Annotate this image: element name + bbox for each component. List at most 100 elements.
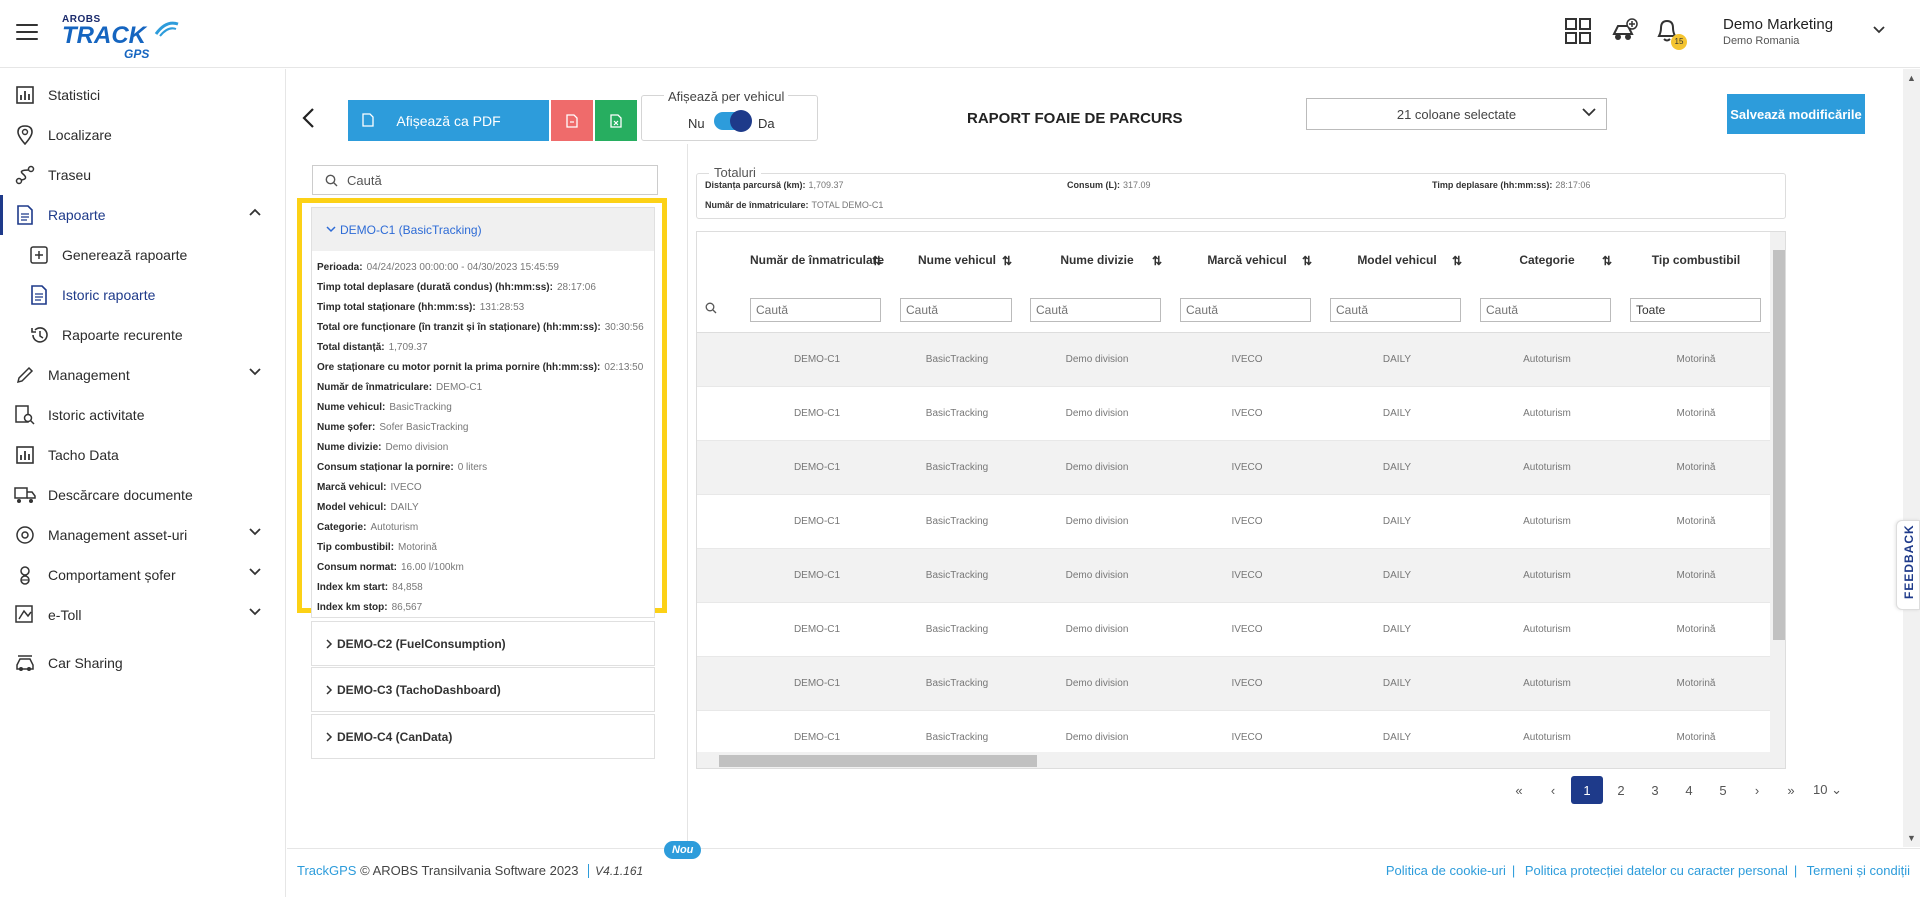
sidebar-item-localizare[interactable]: Localizare <box>0 115 285 155</box>
sidebar-item-tacho-data[interactable]: Tacho Data <box>0 435 285 475</box>
columns-select[interactable]: 21 coloane selectate <box>1306 98 1607 130</box>
filter-select[interactable] <box>1630 297 1761 322</box>
signal-icon <box>154 21 179 37</box>
group-header-demo-c1[interactable]: DEMO-C1 (BasicTracking) <box>312 208 654 251</box>
search-input[interactable]: Caută <box>312 165 658 195</box>
filter-input[interactable] <box>1030 297 1161 322</box>
detail-row: Tip combustibil: Motorină <box>317 537 654 557</box>
sort-icon[interactable]: ⇅ <box>872 254 882 268</box>
column-header[interactable]: Număr de înmatriculare ⇅ <box>742 232 892 288</box>
detail-value: 1,709.37 <box>388 341 428 353</box>
save-changes-button[interactable]: Salvează modificările <box>1727 94 1865 134</box>
per-vehicle-toggle[interactable] <box>714 110 752 132</box>
detail-value: 0 liters <box>457 461 488 473</box>
back-arrow-icon[interactable] <box>301 107 319 131</box>
first-page-button[interactable]: « <box>1503 776 1535 804</box>
page-button[interactable]: 4 <box>1673 776 1705 804</box>
table-row[interactable]: DEMO-C1 BasicTracking Demo division IVECO DA… <box>697 602 1770 657</box>
user-menu[interactable]: Demo Marketing Demo Romania <box>1723 16 1893 52</box>
export-excel-button[interactable] <box>595 100 637 141</box>
sidebar-item-genereaza-rapoarte[interactable]: Generează rapoarte <box>0 235 285 275</box>
table-row[interactable]: DEMO-C1 BasicTracking Demo division IVECO DA… <box>697 548 1770 603</box>
column-header[interactable]: Nume divizie ⇅ <box>1022 232 1172 288</box>
cookie-policy-link[interactable]: Politica de cookie-uri <box>1386 863 1506 878</box>
table-cell: Demo division <box>1022 440 1172 495</box>
table-row[interactable]: DEMO-C1 BasicTracking Demo division IVECO DA… <box>697 332 1770 387</box>
sidebar: Statistici Localizare Traseu Rapoarte Ge… <box>0 69 286 897</box>
export-pdf-button[interactable] <box>551 100 593 141</box>
sidebar-item-comportament-sofer[interactable]: Comportament șofer <box>0 555 285 595</box>
sort-icon[interactable]: ⇅ <box>1302 254 1312 268</box>
detail-value: 04/24/2023 00:00:00 - 04/30/2023 15:45:5… <box>366 261 559 273</box>
scroll-up-icon[interactable]: ▲ <box>1907 73 1916 83</box>
page-button[interactable]: 2 <box>1605 776 1637 804</box>
filter-input[interactable] <box>1480 297 1611 322</box>
sort-icon[interactable]: ⇅ <box>1452 254 1462 268</box>
scroll-thumb[interactable] <box>1773 250 1785 640</box>
table-horizontal-scrollbar[interactable] <box>697 752 1785 768</box>
filter-input[interactable] <box>900 297 1012 322</box>
sidebar-item-rapoarte-recurente[interactable]: Rapoarte recurente <box>0 315 285 355</box>
sort-icon[interactable]: ⇅ <box>1002 254 1012 268</box>
prev-page-button[interactable]: ‹ <box>1537 776 1569 804</box>
feedback-tab[interactable]: FEEDBACK <box>1896 520 1920 610</box>
table-header-spacer <box>697 232 742 288</box>
group-header-demo-c3[interactable]: DEMO-C3 (TachoDashboard) <box>312 668 654 711</box>
page-button[interactable]: 3 <box>1639 776 1671 804</box>
sidebar-item-management-asset-uri[interactable]: Management asset-uri <box>0 515 285 555</box>
table-row[interactable]: DEMO-C1 BasicTracking Demo division IVECO DA… <box>697 386 1770 441</box>
table-cell: Autoturism <box>1472 548 1622 603</box>
column-header[interactable]: Model vehicul ⇅ <box>1322 232 1472 288</box>
show-as-pdf-button[interactable]: Afișează ca PDF <box>348 100 549 141</box>
apps-grid-icon[interactable] <box>1565 18 1595 48</box>
sidebar-item-label: Rapoarte <box>48 207 106 223</box>
table-vertical-scrollbar[interactable] <box>1770 232 1785 753</box>
sidebar-item-istoric-activitate[interactable]: Istoric activitate <box>0 395 285 435</box>
page-button[interactable]: 1 <box>1571 776 1603 804</box>
column-header[interactable]: Categorie ⇅ <box>1472 232 1622 288</box>
column-header[interactable]: Marcă vehicul ⇅ <box>1172 232 1322 288</box>
table-row[interactable]: DEMO-C1 BasicTracking Demo division IVECO DA… <box>697 494 1770 549</box>
filter-input[interactable] <box>1180 297 1311 322</box>
vehicle-add-icon[interactable] <box>1611 18 1641 48</box>
page-button[interactable]: 5 <box>1707 776 1739 804</box>
bar-chart-icon <box>14 444 36 466</box>
page-vertical-scrollbar[interactable]: ▲ ▼ <box>1903 69 1920 847</box>
sidebar-item-management[interactable]: Management <box>0 355 285 395</box>
group-header-demo-c2[interactable]: DEMO-C2 (FuelConsumption) <box>312 622 654 665</box>
sidebar-item-statistici[interactable]: Statistici <box>0 75 285 115</box>
table-row[interactable]: DEMO-C1 BasicTracking Demo division IVECO DA… <box>697 656 1770 711</box>
footer-brand[interactable]: TrackGPS <box>297 863 356 878</box>
next-page-button[interactable]: › <box>1741 776 1773 804</box>
table-cell: DEMO-C1 <box>742 602 892 657</box>
column-header[interactable]: Nume vehicul ⇅ <box>892 232 1022 288</box>
detail-key: Total ore funcționare (în tranzit și în … <box>317 321 601 333</box>
column-header-label: Tip combustibil <box>1651 253 1741 267</box>
sidebar-item-rapoarte[interactable]: Rapoarte <box>0 195 285 235</box>
table-cell: IVECO <box>1172 656 1322 711</box>
terms-link[interactable]: Termeni și condiții <box>1807 863 1910 878</box>
menu-icon[interactable] <box>16 24 38 42</box>
sidebar-item-car-sharing[interactable]: Car Sharing <box>0 643 285 683</box>
sidebar-item-traseu[interactable]: Traseu <box>0 155 285 195</box>
sidebar-item-descarcare-documente[interactable]: Descărcare documente <box>0 475 285 515</box>
scroll-thumb[interactable] <box>719 755 1037 767</box>
car-sharing-icon <box>14 652 36 674</box>
filter-input[interactable] <box>1330 297 1461 322</box>
sidebar-item-e-toll[interactable]: e-Toll <box>0 595 285 635</box>
notification-badge: 15 <box>1671 34 1687 50</box>
app-logo[interactable]: AROBS TRACK GPS <box>62 14 182 61</box>
column-header[interactable]: Tip combustibil <box>1622 232 1770 288</box>
table-cell: Demo division <box>1022 656 1172 711</box>
data-protection-link[interactable]: Politica protecției datelor cu caracter … <box>1525 863 1788 878</box>
notifications-bell-icon[interactable]: 15 <box>1655 18 1687 50</box>
last-page-button[interactable]: » <box>1775 776 1807 804</box>
sort-icon[interactable]: ⇅ <box>1152 254 1162 268</box>
sort-icon[interactable]: ⇅ <box>1602 254 1612 268</box>
page-size-select[interactable]: 10 ⌄ <box>1813 782 1842 798</box>
sidebar-item-istoric-rapoarte[interactable]: Istoric rapoarte <box>0 275 285 315</box>
filter-input[interactable] <box>750 297 881 322</box>
group-header-demo-c4[interactable]: DEMO-C4 (CanData) <box>312 715 654 758</box>
scroll-down-icon[interactable]: ▼ <box>1907 833 1916 843</box>
table-row[interactable]: DEMO-C1 BasicTracking Demo division IVECO DA… <box>697 440 1770 495</box>
